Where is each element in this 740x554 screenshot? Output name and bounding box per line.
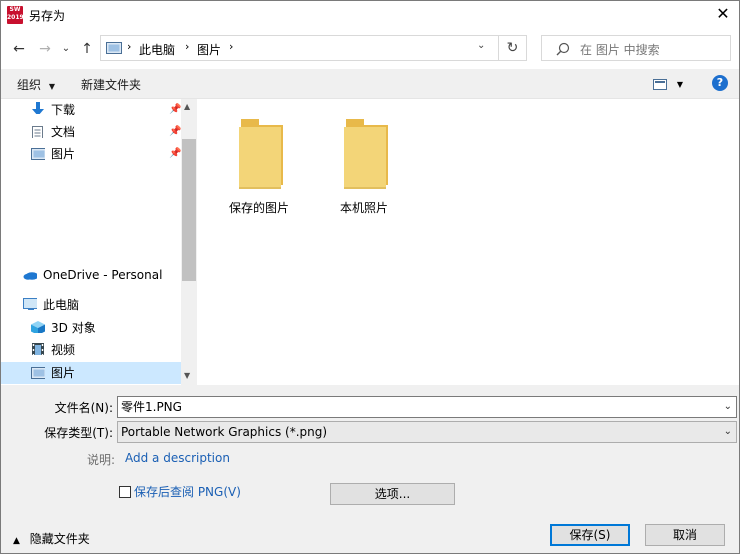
cube-icon (31, 321, 45, 333)
cancel-button[interactable]: 取消 (645, 524, 725, 546)
solidworks-icon: SW 2019 (7, 6, 24, 24)
arrow-right-icon: → (39, 41, 51, 57)
save-options-panel: 文件名(N): 零件1.PNG ⌄ 保存类型(T): Portable Netw… (1, 385, 739, 553)
folder-camera-roll[interactable]: 本机照片 (319, 99, 409, 215)
save-button[interactable]: 保存(S) (550, 524, 630, 546)
back-button[interactable]: ← (9, 39, 29, 59)
breadcrumb-this-pc[interactable]: 此电脑 (139, 41, 175, 58)
recent-locations-button[interactable]: ⌄ (59, 39, 73, 59)
organize-button[interactable]: 组织 ▼ (17, 76, 55, 93)
sidebar-scrollbar[interactable]: ▲ ▼ (181, 99, 197, 385)
filename-label: 文件名(N): (54, 401, 113, 415)
refresh-icon: ↻ (506, 40, 519, 56)
chevron-right-icon: › (229, 40, 234, 53)
arrow-up-icon: ↑ (81, 41, 93, 57)
folder-label: 保存的图片 (228, 201, 289, 215)
close-button[interactable]: ✕ (707, 1, 739, 27)
refresh-button[interactable]: ↻ (499, 35, 527, 61)
filetype-label: 保存类型(T): (44, 426, 113, 440)
view-options-button[interactable]: ▼ (653, 77, 683, 91)
sidebar-item-pictures-pinned[interactable]: 图片 📌 (1, 143, 181, 165)
view-after-save-label[interactable]: 保存后查阅 PNG(V) (134, 483, 241, 500)
folder-label: 本机照片 (339, 201, 388, 215)
sidebar-item-this-pc[interactable]: 此电脑 (1, 294, 181, 316)
sidebar-item-pictures[interactable]: 图片 (1, 362, 181, 384)
dropdown-arrow-icon: ▼ (676, 80, 683, 89)
filetype-value: Portable Network Graphics (*.png) (121, 425, 328, 439)
forward-button[interactable]: → (35, 39, 55, 59)
filename-value: 零件1.PNG (121, 400, 182, 414)
picture-icon (106, 42, 122, 54)
sidebar-item-label: 3D 对象 (51, 321, 96, 335)
chevron-down-icon: ⌄ (723, 426, 732, 437)
chevron-right-icon: › (127, 40, 132, 53)
video-icon (32, 343, 44, 355)
new-folder-button[interactable]: 新建文件夹 (81, 76, 141, 93)
help-icon[interactable]: ? (712, 75, 728, 91)
sidebar-item-label: 文档 (51, 125, 76, 139)
view-icon (653, 79, 667, 90)
dropdown-arrow-icon: ▼ (48, 82, 55, 91)
address-dropdown-icon[interactable]: ⌄ (477, 40, 485, 51)
options-button[interactable]: 选项... (330, 483, 455, 505)
organize-label: 组织 (17, 78, 42, 92)
search-placeholder: 在 图片 中搜索 (580, 43, 660, 57)
sidebar-item-label: 此电脑 (43, 298, 80, 312)
sidebar-item-label: 图片 (51, 147, 76, 161)
scroll-up-icon[interactable]: ▲ (184, 102, 190, 111)
close-icon: ✕ (716, 4, 730, 23)
chevron-down-icon[interactable]: ⌄ (724, 397, 732, 417)
address-bar[interactable]: › 此电脑 › 图片 › ⌄ (100, 35, 499, 61)
sidebar-item-onedrive[interactable]: OneDrive - Personal (1, 264, 181, 286)
scroll-down-icon[interactable]: ▼ (184, 371, 190, 380)
filename-input[interactable]: 零件1.PNG ⌄ (117, 396, 737, 418)
chevron-down-icon: ⌄ (61, 43, 71, 54)
chevron-up-icon: ▲ (13, 536, 20, 546)
pin-icon: 📌 (169, 104, 182, 115)
sidebar-item-downloads[interactable]: 下载 📌 (1, 99, 181, 121)
picture-icon (31, 148, 45, 160)
sidebar-item-videos[interactable]: 视频 (1, 339, 181, 361)
description-label: 说明: (86, 453, 115, 467)
sidebar-item-label: 图片 (51, 366, 76, 380)
breadcrumb-pictures[interactable]: 图片 (197, 41, 221, 58)
search-icon (556, 42, 570, 56)
sidebar-item-label: 下载 (51, 103, 76, 117)
picture-icon (31, 367, 45, 379)
sidebar-item-label: OneDrive - Personal (43, 268, 163, 282)
folder-icon (344, 119, 388, 189)
sidebar-item-documents[interactable]: 文档 📌 (1, 121, 181, 143)
download-icon (32, 102, 44, 114)
view-after-save-checkbox[interactable] (119, 486, 131, 498)
cloud-icon (23, 272, 37, 280)
pin-icon: 📌 (169, 148, 182, 159)
arrow-left-icon: ← (13, 41, 25, 57)
filetype-select[interactable]: Portable Network Graphics (*.png) ⌄ (117, 421, 737, 443)
file-list: 保存的图片 本机照片 (198, 99, 739, 385)
pin-icon: 📌 (169, 126, 182, 137)
document-icon (32, 126, 43, 138)
folder-saved-pictures[interactable]: 保存的图片 (214, 99, 304, 215)
sidebar-item-label: 视频 (51, 343, 76, 357)
chevron-right-icon: › (185, 40, 190, 53)
window-title: 另存为 (29, 9, 66, 23)
save-as-dialog: SW 2019 另存为 ✕ ← → ⌄ ↑ › 此电脑 › 图片 › ⌄ ↻ 在… (0, 0, 740, 554)
hide-folders-button[interactable]: ▲ 隐藏文件夹 (13, 530, 90, 547)
hide-folders-label: 隐藏文件夹 (29, 532, 90, 546)
navigation-pane: 下载 📌 文档 📌 图片 📌 OneDrive - Personal 此电脑 3… (1, 99, 197, 385)
folder-icon (239, 119, 283, 189)
up-button[interactable]: ↑ (77, 39, 97, 59)
add-description-link[interactable]: Add a description (125, 451, 230, 465)
scroll-thumb[interactable] (182, 139, 196, 281)
sidebar-item-3d-objects[interactable]: 3D 对象 (1, 317, 181, 339)
toolbar: 组织 ▼ 新建文件夹 ▼ ? (1, 69, 739, 99)
computer-icon (23, 298, 37, 310)
search-box[interactable]: 在 图片 中搜索 (541, 35, 731, 61)
title-bar: SW 2019 另存为 ✕ (1, 1, 739, 29)
